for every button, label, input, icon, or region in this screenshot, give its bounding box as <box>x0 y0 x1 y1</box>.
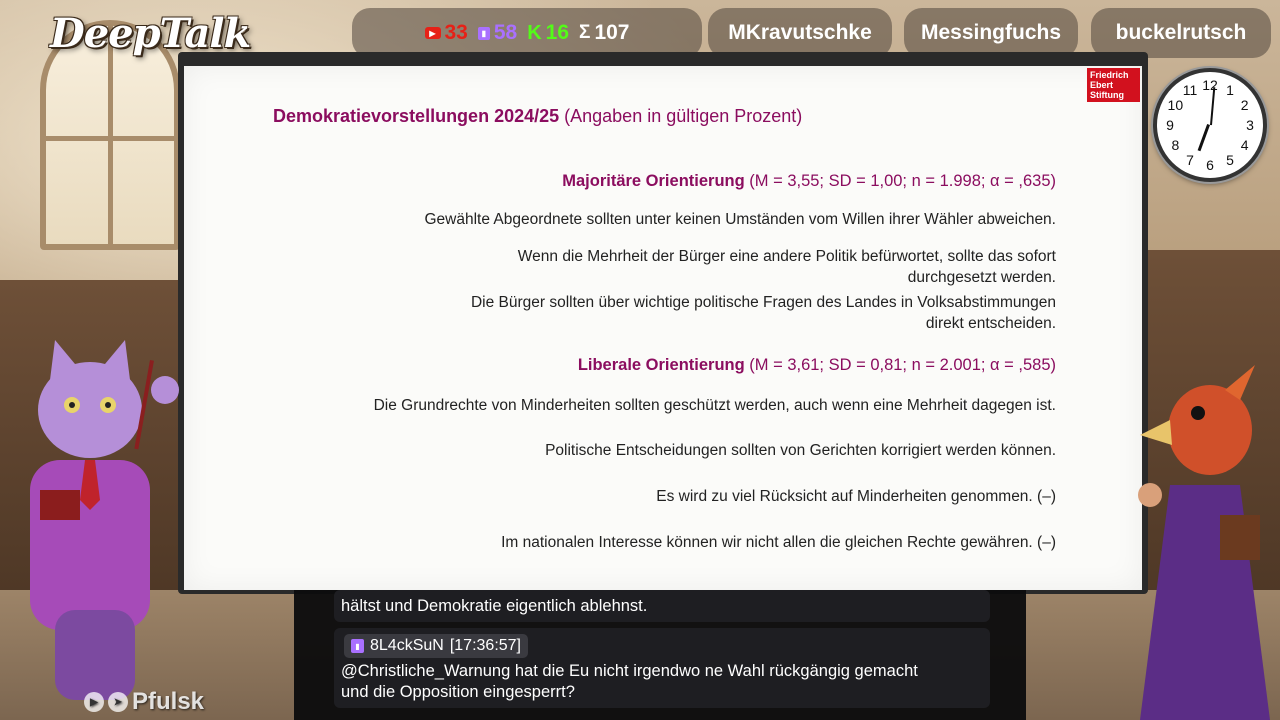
clock-number: 10 <box>1167 97 1184 113</box>
survey-item: Die Bürger sollten über wichtige politis… <box>470 294 1056 332</box>
watermark-text: Pfulsk <box>132 688 205 715</box>
sum-icon: Σ <box>579 22 591 43</box>
youtube-icon: ▶ <box>424 27 441 39</box>
twitch-stat: ▮ 58 <box>477 21 518 45</box>
chat-username: 8L4ckSuN <box>370 637 444 654</box>
youtube-stat: ▶ 33 <box>424 21 468 45</box>
clock-number: 3 <box>1246 117 1254 133</box>
clock-number: 1 <box>1226 82 1234 99</box>
twitch-icon: ▮ <box>351 639 364 653</box>
chat-timestamp: [17:36:57] <box>449 637 521 654</box>
section-heading-liberal: Liberale Orientierung (M = 3,61; SD = 0,… <box>577 356 1056 374</box>
kick-stat: K 16 <box>527 21 569 45</box>
clock-number: 8 <box>1171 137 1180 153</box>
deeptalk-logo: DeepTalk <box>50 10 251 57</box>
clock-number: 2 <box>1240 97 1249 113</box>
phoenix-professor-mascot <box>1138 365 1270 720</box>
watermark: ▶ ➤ Pfulsk <box>84 688 204 716</box>
total-count: 107 <box>594 21 630 44</box>
clock-number: 9 <box>1166 117 1174 133</box>
clock-hour-hand <box>1197 123 1210 152</box>
clock-number: 4 <box>1240 137 1249 153</box>
chat-username-badge: ▮ 8L4ckSuN [17:36:57] <box>344 634 528 658</box>
survey-item: Im nationalen Interesse können wir nicht… <box>501 534 1056 551</box>
participant-tag: Messingfuchs <box>904 8 1078 58</box>
survey-item: Die Grundrechte von Minderheiten sollten… <box>373 397 1056 414</box>
survey-item: Gewählte Abgeordnete sollten unter keine… <box>424 211 1056 228</box>
slide-title: Demokratievorstellungen 2024/25 (Angaben… <box>273 106 803 126</box>
chat-message-text: @Christliche_Warnung hat die Eu nicht ir… <box>341 662 918 701</box>
wall-clock: 12 1 2 3 4 5 6 7 8 9 10 11 <box>1153 68 1267 182</box>
twitch-icon: ▮ <box>477 26 490 40</box>
survey-item: Wenn die Mehrheit der Bürger eine andere… <box>517 248 1056 286</box>
viewer-stats-bar: ▶ 33 ▮ 58 K 16 Σ 107 <box>352 8 702 58</box>
chat-message-text: hältst und Demokratie eigentlich ablehns… <box>341 597 648 615</box>
twitch-count: 58 <box>493 21 518 44</box>
youtube-count: 33 <box>444 21 468 44</box>
kick-icon: K <box>527 21 542 44</box>
survey-item: Politische Entscheidungen sollten von Ge… <box>545 442 1056 459</box>
clock-number: 11 <box>1182 82 1198 99</box>
total-stat: Σ 107 <box>579 21 629 45</box>
send-icon: ➤ <box>108 692 128 712</box>
clock-number: 5 <box>1226 151 1234 168</box>
clock-number: 12 <box>1202 77 1218 93</box>
clock-number: 7 <box>1186 151 1194 168</box>
fes-logo: Friedrich Ebert Stiftung <box>1087 68 1140 102</box>
survey-item: Es wird zu viel Rücksicht auf Minderheit… <box>656 488 1056 505</box>
cat-professor-mascot <box>30 340 179 700</box>
participant-tag: buckelrutsch <box>1091 8 1271 58</box>
kick-count: 16 <box>545 21 570 44</box>
section-heading-majoritarian: Majoritäre Orientierung (M = 3,55; SD = … <box>562 172 1056 190</box>
participant-tag: MKravutschke <box>708 8 892 58</box>
clock-number: 6 <box>1206 157 1214 173</box>
play-icon: ▶ <box>84 692 104 712</box>
